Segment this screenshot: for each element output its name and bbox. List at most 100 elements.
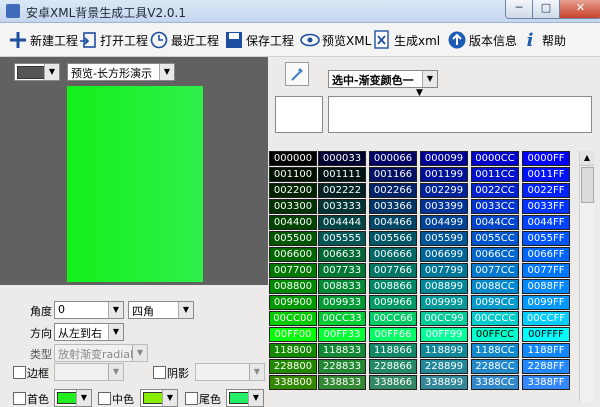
color-cell[interactable]: 00FF66 <box>369 327 417 342</box>
shadow-checkbox[interactable] <box>153 366 166 379</box>
save-project-button[interactable]: 保存工程 <box>224 29 294 51</box>
color-cell[interactable]: 0033FF <box>522 199 570 214</box>
color-picker-button[interactable] <box>285 62 309 86</box>
color-cell[interactable]: 00CC99 <box>420 311 468 326</box>
color-scheme-dropdown[interactable]: 选中-渐变颜色一 ▼ <box>328 70 438 88</box>
color-cell[interactable]: 118800 <box>269 343 317 358</box>
color-cell[interactable]: 0077CC <box>471 263 519 278</box>
color-cell[interactable]: 1188FF <box>522 343 570 358</box>
color-cell[interactable]: 338866 <box>369 375 417 390</box>
generate-xml-button[interactable]: 生成xml <box>372 29 440 51</box>
color-cell[interactable]: 002299 <box>420 183 468 198</box>
color-cell[interactable]: 0066CC <box>471 247 519 262</box>
color-cell[interactable]: 009933 <box>318 295 366 310</box>
open-project-button[interactable]: 打开工程 <box>78 29 148 51</box>
close-button[interactable]: ✕ <box>559 0 600 19</box>
color-cell[interactable]: 008866 <box>369 279 417 294</box>
color-cell[interactable]: 009900 <box>269 295 317 310</box>
color-cell[interactable]: 00CC00 <box>269 311 317 326</box>
color-cell[interactable]: 00FF00 <box>269 327 317 342</box>
color-cell[interactable]: 0055CC <box>471 231 519 246</box>
color-cell[interactable]: 005500 <box>269 231 317 246</box>
color-cell[interactable]: 004499 <box>420 215 468 230</box>
corner-dropdown[interactable]: 四角 ▼ <box>128 301 194 319</box>
color-cell[interactable]: 008899 <box>420 279 468 294</box>
color-cell[interactable]: 0022FF <box>522 183 570 198</box>
color-cell[interactable]: 0099FF <box>522 295 570 310</box>
color-cell[interactable]: 2288CC <box>471 359 519 374</box>
preview-mode-dropdown[interactable]: 预览-长方形演示 ▼ <box>67 63 175 81</box>
preview-xml-button[interactable]: 预览XML <box>300 29 371 51</box>
color-cell[interactable]: 2288FF <box>522 359 570 374</box>
border-checkbox[interactable] <box>13 366 26 379</box>
color-cell[interactable]: 000066 <box>369 151 417 166</box>
color-cell[interactable]: 004400 <box>269 215 317 230</box>
color-cell[interactable]: 00CCFF <box>522 311 570 326</box>
color-cell[interactable]: 0044FF <box>522 215 570 230</box>
color-cell[interactable]: 003399 <box>420 199 468 214</box>
color-cell[interactable]: 00FFCC <box>471 327 519 342</box>
color-cell[interactable]: 0099CC <box>471 295 519 310</box>
color-cell[interactable]: 3388CC <box>471 375 519 390</box>
angle-dropdown[interactable]: 0 ▼ <box>54 301 124 319</box>
color-cell[interactable]: 0088CC <box>471 279 519 294</box>
color-cell[interactable]: 006633 <box>318 247 366 262</box>
scroll-up-icon[interactable]: ▲ <box>580 151 594 166</box>
color-cell[interactable]: 009966 <box>369 295 417 310</box>
color-cell[interactable]: 007700 <box>269 263 317 278</box>
color-cell[interactable]: 005566 <box>369 231 417 246</box>
color-cell[interactable]: 001166 <box>369 167 417 182</box>
color-cell[interactable]: 005555 <box>318 231 366 246</box>
color-cell[interactable]: 0000CC <box>471 151 519 166</box>
first-color-checkbox[interactable] <box>13 392 26 405</box>
color-cell[interactable]: 003333 <box>318 199 366 214</box>
grid-scrollbar[interactable]: ▲ <box>579 151 594 402</box>
direction-dropdown[interactable]: 从左到右 ▼ <box>54 323 124 341</box>
color-cell[interactable]: 0044CC <box>471 215 519 230</box>
color-cell[interactable]: 0033CC <box>471 199 519 214</box>
color-cell[interactable]: 000000 <box>269 151 317 166</box>
mid-color-checkbox[interactable] <box>98 392 111 405</box>
color-cell[interactable]: 00FF99 <box>420 327 468 342</box>
color-cell[interactable]: 007799 <box>420 263 468 278</box>
color-cell[interactable]: 001199 <box>420 167 468 182</box>
color-cell[interactable]: 0022CC <box>471 183 519 198</box>
color-cell[interactable]: 0011FF <box>522 167 570 182</box>
color-cell[interactable]: 000033 <box>318 151 366 166</box>
color-cell[interactable]: 007733 <box>318 263 366 278</box>
mid-color-dropdown[interactable]: ▼ <box>140 389 178 407</box>
color-cell[interactable]: 0077FF <box>522 263 570 278</box>
color-cell[interactable]: 338833 <box>318 375 366 390</box>
color-cell[interactable]: 005599 <box>420 231 468 246</box>
color-cell[interactable]: 338800 <box>269 375 317 390</box>
color-cell[interactable]: 003366 <box>369 199 417 214</box>
background-color-dropdown[interactable]: ▼ <box>14 63 60 81</box>
color-cell[interactable]: 0088FF <box>522 279 570 294</box>
color-cell[interactable]: 001100 <box>269 167 317 182</box>
first-color-dropdown[interactable]: ▼ <box>54 389 92 407</box>
color-cell[interactable]: 004444 <box>318 215 366 230</box>
color-cell[interactable]: 003300 <box>269 199 317 214</box>
color-cell[interactable]: 00FF33 <box>318 327 366 342</box>
color-cell[interactable]: 004466 <box>369 215 417 230</box>
color-cell[interactable]: 00CC66 <box>369 311 417 326</box>
tail-color-checkbox[interactable] <box>185 392 198 405</box>
minimize-button[interactable]: ─ <box>505 0 533 19</box>
color-cell[interactable]: 118866 <box>369 343 417 358</box>
color-cell[interactable]: 00CC33 <box>318 311 366 326</box>
color-cell[interactable]: 0055FF <box>522 231 570 246</box>
color-cell[interactable]: 228866 <box>369 359 417 374</box>
color-cell[interactable]: 000099 <box>420 151 468 166</box>
color-cell[interactable]: 00CCCC <box>471 311 519 326</box>
color-cell[interactable]: 002266 <box>369 183 417 198</box>
color-cell[interactable]: 001111 <box>318 167 366 182</box>
new-project-button[interactable]: 新建工程 <box>8 29 78 51</box>
color-cell[interactable]: 0011CC <box>471 167 519 182</box>
color-cell[interactable]: 228899 <box>420 359 468 374</box>
color-cell[interactable]: 006699 <box>420 247 468 262</box>
color-cell[interactable]: 228833 <box>318 359 366 374</box>
tail-color-dropdown[interactable]: ▼ <box>226 389 264 407</box>
version-info-button[interactable]: 版本信息 <box>447 29 517 51</box>
color-cell[interactable]: 1188CC <box>471 343 519 358</box>
color-cell[interactable]: 118833 <box>318 343 366 358</box>
